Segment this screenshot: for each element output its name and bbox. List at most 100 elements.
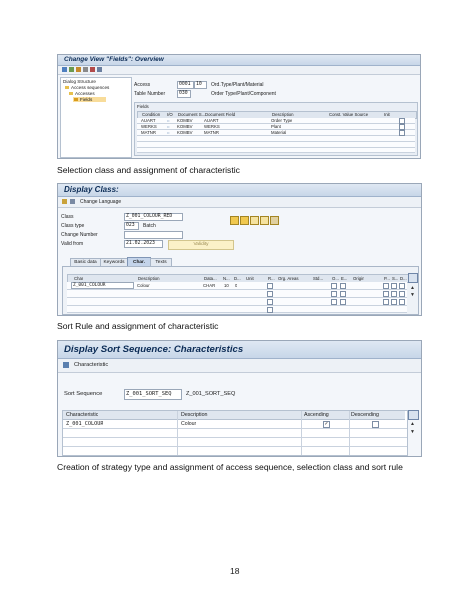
validity-button[interactable]: Validity [168, 240, 234, 250]
d-checkbox[interactable] [399, 299, 405, 305]
col-unit: Unit [246, 276, 254, 281]
toolbar: Characteristic [58, 359, 421, 373]
display-change-icon[interactable] [62, 199, 67, 204]
valid-from-field[interactable]: 21.02.2023 [124, 240, 163, 248]
characteristic-icon[interactable] [63, 362, 69, 368]
window-title: Change View "Fields": Overview [58, 55, 420, 66]
dialog-structure-panel: Dialog Structure Access sequences Access… [60, 77, 132, 158]
tab-label: Keywords [103, 260, 125, 265]
change-language-button[interactable]: Change Language [80, 199, 121, 205]
col-o: O... [332, 276, 339, 281]
scroll-up-icon[interactable]: ▲ [410, 421, 415, 427]
nav-item-fields[interactable]: Fields [73, 97, 107, 102]
edit-icon[interactable] [240, 216, 249, 226]
access-field[interactable]: 0001 [177, 81, 194, 89]
delete-icon[interactable] [90, 67, 95, 72]
sort-sequence-description: Z_001_SORT_SEQ [186, 391, 236, 397]
scroll-down-icon[interactable]: ▼ [410, 292, 415, 298]
data-type-cell: CHAR [203, 283, 216, 288]
o-checkbox[interactable] [331, 299, 337, 305]
characteristics-table: Characteristic Description Ascending Des… [62, 410, 408, 456]
select-all-icon[interactable] [97, 67, 102, 72]
table-row[interactable]: Z_001_COLOUR Colour CHAR 10 0 [67, 282, 407, 290]
d-checkbox[interactable] [399, 291, 405, 297]
display-class-screenshot: Display Class: Change Language Class Z_0… [57, 183, 422, 316]
class-field[interactable]: Z_001_COLOUR_RED [124, 213, 183, 221]
table-description: Order Type/Plant/Component [211, 91, 276, 97]
o-checkbox[interactable] [331, 291, 337, 297]
copy-icon[interactable] [83, 67, 88, 72]
descending-checkbox[interactable] [372, 421, 379, 428]
table-row[interactable] [137, 148, 415, 153]
table-row[interactable]: Z_001_COLOUR Colour ✓ [63, 420, 407, 429]
window-title: Display Sort Sequence: Characteristics [58, 341, 421, 359]
class-action-icons [230, 212, 279, 230]
table-row[interactable] [67, 306, 407, 313]
p-checkbox[interactable] [383, 291, 389, 297]
condition-cell: AUART [141, 118, 156, 123]
col-description: Description [181, 412, 208, 418]
s-checkbox[interactable] [391, 283, 397, 289]
d-checkbox[interactable] [399, 283, 405, 289]
table-row[interactable] [67, 298, 407, 306]
caption-strategy-type: Creation of strategy type and assignment… [57, 462, 403, 472]
table-number-field[interactable]: 030 [177, 90, 191, 98]
table-settings-icon[interactable] [408, 273, 418, 283]
table-number-label: Table Number [134, 91, 166, 97]
col-characteristic: Characteristic [66, 412, 99, 418]
s-checkbox[interactable] [391, 291, 397, 297]
other-object-icon[interactable] [70, 199, 75, 204]
sort-sequence-screenshot: Display Sort Sequence: Characteristics C… [57, 340, 422, 457]
r-checkbox[interactable] [267, 299, 273, 305]
document-icon[interactable] [250, 216, 259, 226]
doc-field-cell: MATNR [204, 130, 219, 135]
col-document-field: Document Field [205, 112, 236, 117]
copy-icon[interactable] [260, 216, 269, 226]
nav-item-label: Access sequences [71, 85, 110, 90]
folder-icon [69, 92, 73, 95]
change-number-field[interactable] [124, 231, 183, 239]
scroll-down-icon[interactable]: ▼ [410, 429, 415, 435]
p-checkbox[interactable] [383, 299, 389, 305]
col-init: Init [384, 112, 390, 117]
description-cell: Order Type [271, 118, 293, 123]
doc-structure-cell: KOMBV [177, 118, 193, 123]
e-checkbox[interactable] [340, 283, 346, 289]
validity-button-label: Validity [193, 242, 209, 247]
new-entries-icon[interactable] [76, 67, 81, 72]
nav-item-label: Fields [80, 97, 93, 102]
class-type-field[interactable]: 023 [124, 222, 139, 230]
col-org-areas: Org. Areas [278, 276, 299, 281]
description-cell: Colour [181, 421, 197, 427]
o-checkbox[interactable] [331, 283, 337, 289]
r-checkbox[interactable] [267, 291, 273, 297]
tab-label: Basic data [74, 260, 97, 265]
col-decimals: D... [234, 276, 241, 281]
undo-icon[interactable] [69, 67, 74, 72]
ascending-checkbox[interactable]: ✓ [323, 421, 330, 428]
r-checkbox[interactable] [267, 283, 273, 289]
nav-item-access-sequences[interactable]: Access sequences [65, 85, 109, 90]
nav-item-accesses[interactable]: Accesses [69, 91, 95, 96]
folder-icon [74, 98, 78, 101]
class-label: Class [61, 214, 74, 220]
col-ascending: Ascending [304, 412, 329, 418]
char-cell[interactable]: Z_001_COLOUR [71, 282, 134, 289]
pencil-icon[interactable] [230, 216, 239, 226]
trash-icon[interactable] [270, 216, 279, 226]
fields-table: Fields Condition I/O Document S... Docum… [134, 102, 418, 156]
sort-sequence-field[interactable]: Z_001_SORT_SEQ [124, 389, 182, 400]
table-row[interactable] [63, 438, 407, 447]
s-checkbox[interactable] [391, 299, 397, 305]
table-settings-icon[interactable] [408, 410, 419, 420]
e-checkbox[interactable] [340, 299, 346, 305]
r-checkbox[interactable] [267, 307, 273, 313]
e-checkbox[interactable] [340, 291, 346, 297]
p-checkbox[interactable] [383, 283, 389, 289]
table-row[interactable] [67, 290, 407, 298]
scroll-up-icon[interactable]: ▲ [410, 285, 415, 291]
characteristic-button[interactable]: Characteristic [74, 362, 108, 368]
edit-icon[interactable] [62, 67, 67, 72]
table-row[interactable] [63, 429, 407, 438]
access-code-field[interactable]: 10 [194, 81, 207, 89]
